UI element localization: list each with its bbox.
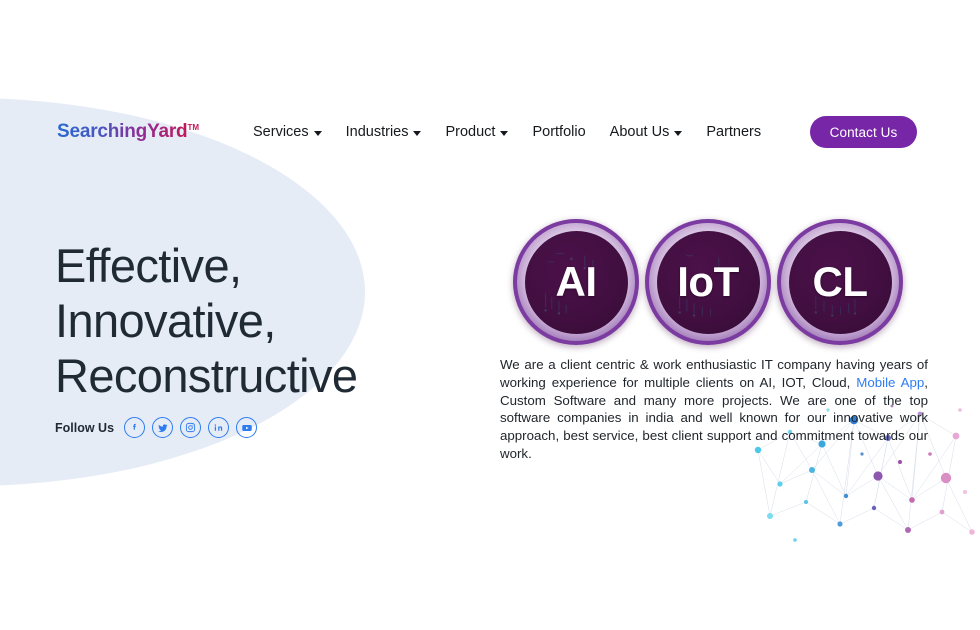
- chevron-down-icon: [313, 130, 322, 136]
- badge-label: AI: [555, 258, 598, 305]
- linkedin-icon[interactable]: [208, 417, 230, 438]
- brand-logo[interactable]: SearchingYard TM: [57, 108, 199, 156]
- nav-item-label: Industries: [345, 124, 409, 140]
- badge-inner: CL: [788, 230, 892, 334]
- mobile-app-link[interactable]: Mobile App: [856, 375, 924, 390]
- follow-us-row: Follow Us: [55, 417, 475, 438]
- badge-inner: AI: [524, 230, 628, 334]
- nav-item-industries[interactable]: Industries: [346, 124, 422, 140]
- headline-line-1: Effective,: [55, 239, 242, 292]
- badge-label: CL: [812, 258, 869, 305]
- tech-badge-cl[interactable]: CL: [777, 219, 903, 345]
- badge-inner: IoT: [656, 230, 760, 334]
- tech-badge-iot[interactable]: IoT: [645, 219, 771, 345]
- nav-item-label: About Us: [609, 124, 670, 140]
- technology-badges-row: AI IoT CL: [513, 219, 903, 345]
- nav-item-services[interactable]: Services: [253, 124, 322, 140]
- main-navigation: Services Industries Product Portfolio Ab…: [253, 108, 761, 156]
- instagram-icon[interactable]: [180, 417, 202, 438]
- contact-us-button[interactable]: Contact Us: [810, 116, 917, 148]
- facebook-icon[interactable]: [124, 417, 146, 438]
- chevron-down-icon: [674, 130, 683, 136]
- hero-left-column: Effective, Innovative, Reconstructive Fo…: [55, 238, 475, 438]
- headline-line-3: Reconstructive: [55, 349, 358, 402]
- chevron-down-icon: [413, 130, 422, 136]
- badge-ring: AI: [517, 223, 635, 341]
- badge-ring: CL: [781, 223, 899, 341]
- nav-item-about-us[interactable]: About Us: [610, 124, 683, 140]
- brand-logo-trademark: TM: [187, 122, 200, 132]
- brand-logo-text: SearchingYard: [57, 121, 188, 142]
- badge-ring: IoT: [649, 223, 767, 341]
- tech-badge-ai[interactable]: AI: [513, 219, 639, 345]
- nav-item-partners[interactable]: Partners: [706, 124, 761, 140]
- chevron-down-icon: [500, 130, 509, 136]
- hero-description: We are a client centric & work enthusias…: [500, 356, 928, 463]
- badge-label: IoT: [677, 258, 739, 305]
- page-title: Effective, Innovative, Reconstructive: [55, 238, 475, 403]
- follow-us-label: Follow Us: [55, 420, 115, 435]
- nav-item-label: Portfolio: [532, 124, 586, 140]
- twitter-icon[interactable]: [152, 417, 174, 438]
- nav-item-product[interactable]: Product: [445, 124, 509, 140]
- nav-item-portfolio[interactable]: Portfolio: [532, 124, 585, 140]
- nav-item-label: Services: [253, 124, 309, 140]
- youtube-icon[interactable]: [236, 417, 258, 438]
- nav-item-label: Partners: [706, 124, 762, 140]
- headline-line-2: Innovative,: [55, 294, 276, 347]
- nav-item-label: Product: [445, 124, 496, 140]
